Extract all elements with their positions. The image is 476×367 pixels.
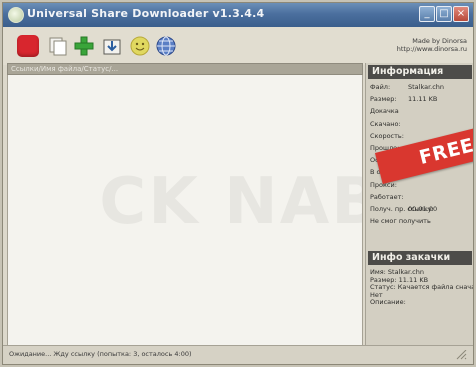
author-link[interactable]: http://www.dinorsa.ru bbox=[397, 45, 467, 53]
info-value: 11.11 KB bbox=[408, 95, 438, 104]
watermark: CK NAB bbox=[99, 165, 363, 239]
info-row: Размер: 11.11 KB bbox=[370, 95, 437, 104]
info-label: Работает: bbox=[370, 192, 404, 201]
stop-button[interactable] bbox=[17, 35, 39, 57]
info-panel: Информация Файл: Stalkar.chn Размер: 11.11 … bbox=[365, 63, 473, 347]
status-text: Ожидание... Жду ссылку (попытка: 3, оста… bbox=[9, 350, 192, 358]
info-row: Файл: Stalkar.chn bbox=[370, 83, 444, 91]
info-row: Получ. пр. ссылку: 00:01:00 bbox=[370, 205, 438, 213]
download-info-row: Статус: Качается файла сначала bbox=[370, 283, 473, 291]
app-window: Universal Share Downloader v1.3.4.4 _ □ … bbox=[2, 2, 474, 365]
info-label: Скачано: bbox=[370, 119, 401, 128]
author-label: Made by Dinorsa bbox=[412, 37, 467, 45]
download-list[interactable]: CK NAB bbox=[7, 75, 363, 347]
copy-button[interactable] bbox=[47, 35, 69, 57]
info-value: 00:01:00 bbox=[408, 205, 438, 213]
info-row: Докачка bbox=[370, 107, 399, 115]
download-info-title: Инфо закачки bbox=[368, 251, 472, 265]
copy-icon bbox=[49, 37, 67, 56]
minimize-button[interactable]: _ bbox=[419, 6, 435, 22]
download-info-row: Имя: Stalkar.chn bbox=[370, 268, 424, 276]
close-button[interactable]: × bbox=[453, 6, 469, 22]
info-label: Скорость: bbox=[370, 131, 404, 140]
download-icon bbox=[103, 39, 121, 55]
download-info-row: Описание: bbox=[370, 298, 406, 306]
info-label: Докачка bbox=[370, 107, 399, 116]
window-title: Universal Share Downloader v1.3.4.4 bbox=[27, 7, 265, 20]
maximize-button[interactable]: □ bbox=[436, 6, 452, 22]
author-info: Made by Dinorsa http://www.dinorsa.ru bbox=[397, 37, 467, 53]
smiley-button[interactable] bbox=[129, 35, 151, 57]
info-row: Не смог получить bbox=[370, 217, 431, 225]
add-icon bbox=[74, 36, 94, 56]
info-row: Скорость: bbox=[370, 132, 404, 140]
smiley-icon bbox=[130, 36, 150, 56]
resize-grip-icon[interactable] bbox=[441, 350, 469, 360]
status-bar: Ожидание... Жду ссылку (попытка: 3, оста… bbox=[3, 345, 473, 364]
download-button[interactable] bbox=[101, 35, 123, 57]
title-bar[interactable]: Universal Share Downloader v1.3.4.4 _ □ … bbox=[3, 3, 473, 27]
globe-button[interactable] bbox=[155, 35, 177, 57]
info-label: Не смог получить bbox=[370, 217, 431, 226]
info-label: Файл: bbox=[370, 83, 391, 91]
download-list-header[interactable]: Ссылки/Имя файла/Статус/... bbox=[7, 63, 363, 75]
info-row: Скачано: bbox=[370, 120, 401, 128]
info-value: Stalkar.chn bbox=[408, 83, 445, 91]
info-row: Работает: bbox=[370, 193, 404, 201]
add-button[interactable] bbox=[73, 35, 95, 57]
app-icon bbox=[8, 7, 24, 23]
toolbar: Made by Dinorsa http://www.dinorsa.ru bbox=[3, 27, 473, 65]
info-label: Размер: bbox=[370, 95, 397, 104]
globe-icon bbox=[156, 36, 176, 56]
info-panel-title: Информация bbox=[368, 65, 472, 79]
